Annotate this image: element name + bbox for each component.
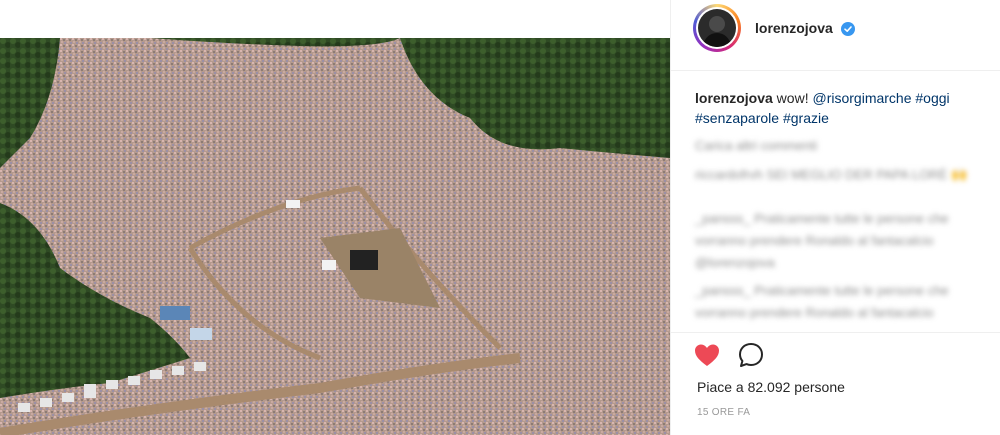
- post-details-panel: lorenzojova lorenzojova wow! @risorgimar…: [671, 0, 1000, 435]
- comment-item: _pansss_ Praticamente tutte le persone c…: [695, 283, 949, 320]
- load-more-comments[interactable]: Carica altri commenti: [695, 138, 817, 153]
- post-media-panel: [0, 0, 670, 435]
- verified-badge-icon: [841, 22, 855, 36]
- post-photo[interactable]: [0, 38, 670, 435]
- comment-icon[interactable]: [737, 341, 765, 369]
- story-ring[interactable]: [693, 4, 741, 52]
- heart-icon[interactable]: [693, 341, 721, 369]
- caption-text: wow!: [772, 90, 813, 106]
- post-timestamp[interactable]: 15 ORE FA: [697, 407, 750, 418]
- caption-hashtag[interactable]: #grazie: [783, 110, 829, 126]
- avatar: [698, 9, 736, 47]
- likes-count[interactable]: Piace a 82.092 persone: [697, 379, 845, 395]
- actions-divider: [671, 332, 1000, 333]
- caption-username[interactable]: lorenzojova: [695, 90, 773, 106]
- post-caption: lorenzojova wow! @risorgimarche #oggi #s…: [695, 88, 985, 128]
- comment-item: @lorenzojova: [695, 255, 775, 270]
- header-divider: [671, 70, 1000, 71]
- comment-item: _pansss_ Praticamente tutte le persone c…: [695, 211, 949, 248]
- caption-hashtag[interactable]: #oggi: [915, 90, 949, 106]
- caption-mention[interactable]: @risorgimarche: [812, 90, 911, 106]
- caption-hashtag[interactable]: #senzaparole: [695, 110, 779, 126]
- comment-item: riccardofrvh SEI MEGLIO DER PAPA LORÈ 🙌: [695, 167, 968, 182]
- header-username[interactable]: lorenzojova: [755, 20, 833, 36]
- post-header: lorenzojova: [671, 0, 1000, 70]
- aerial-crowd-image: [0, 38, 670, 435]
